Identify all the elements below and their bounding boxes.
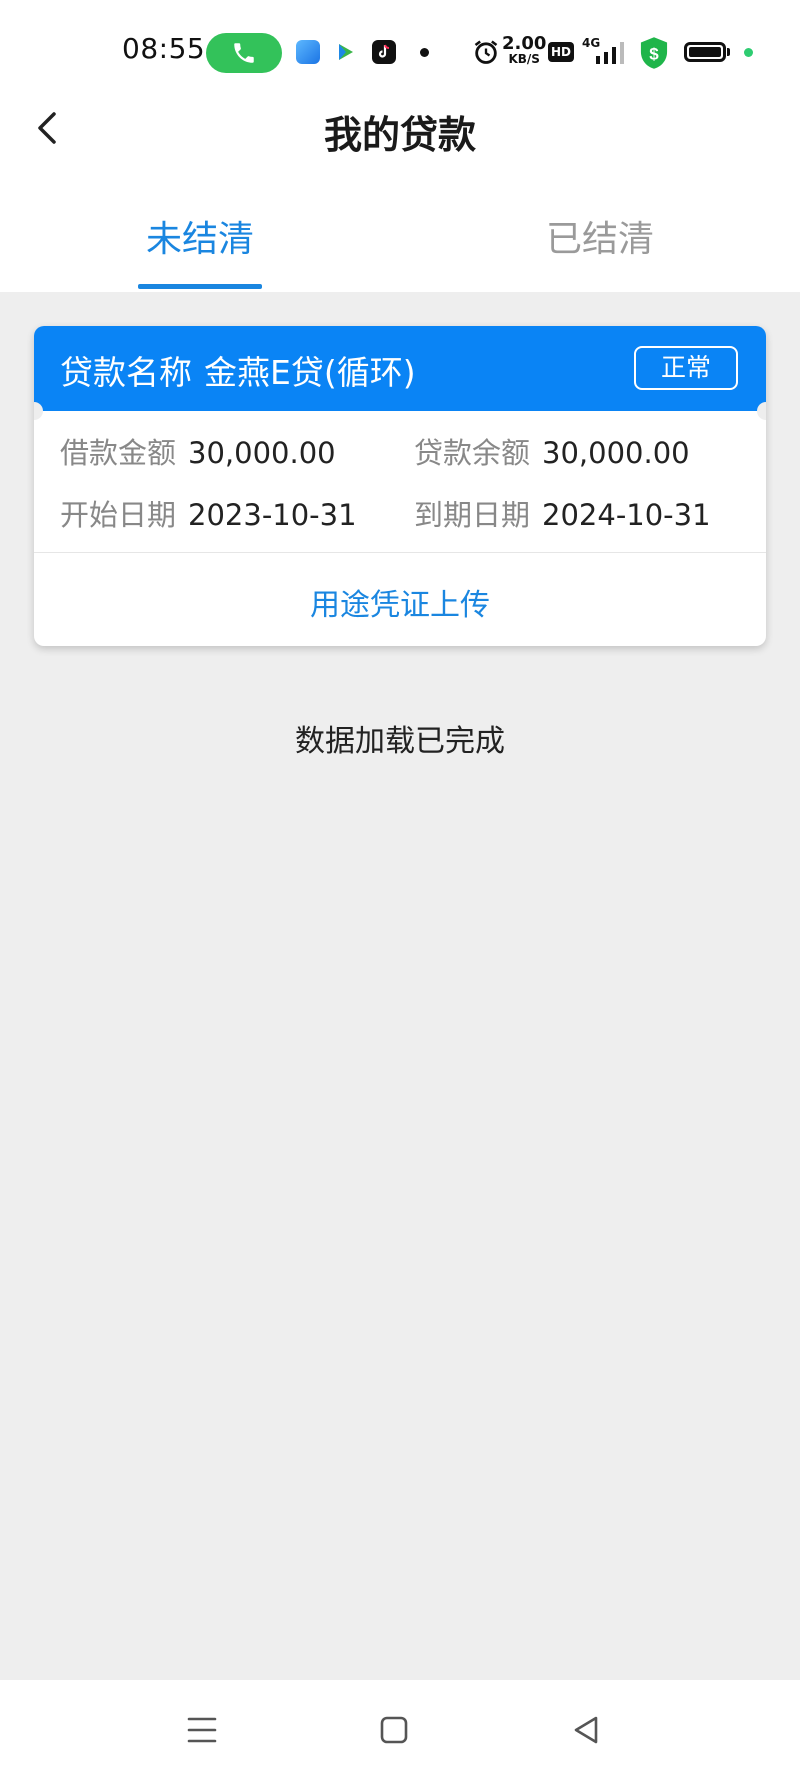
status-bar: 08:55 2.00 KB/S HD 4G $ <box>0 0 800 104</box>
battery-tip <box>727 48 730 56</box>
loan-name-value: 金燕E贷(循环) <box>204 353 416 392</box>
svg-text:$: $ <box>649 45 659 64</box>
loan-card-header: 贷款名称 金燕E贷(循环) 正常 <box>34 326 766 411</box>
field-value: 30,000.00 <box>542 436 690 470</box>
security-shield-icon: $ <box>640 37 668 69</box>
loan-status-badge[interactable]: 正常 <box>634 346 738 390</box>
home-button[interactable] <box>370 1706 418 1754</box>
home-square-icon <box>380 1716 408 1744</box>
alarm-icon <box>474 40 498 64</box>
tab-unsettled[interactable]: 未结清 <box>0 200 400 292</box>
back-triangle-icon <box>574 1716 598 1744</box>
load-status-text: 数据加载已完成 <box>295 724 505 759</box>
loan-name-label: 贷款名称 <box>60 353 192 392</box>
field-label: 开始日期 <box>60 498 177 532</box>
status-time: 08:55 <box>122 32 206 65</box>
privacy-indicator-dot <box>744 48 753 57</box>
card-notch-right <box>757 402 766 420</box>
hd-badge: HD <box>548 42 574 62</box>
loan-amount-field: 借款金额 30,000.00 <box>60 430 336 472</box>
menu-icon <box>187 1717 217 1743</box>
notification-dot <box>420 48 429 57</box>
tab-label: 已结清 <box>545 219 654 260</box>
field-label: 借款金额 <box>60 436 177 470</box>
ongoing-call-pill[interactable] <box>206 33 282 73</box>
app-icon-blue <box>296 40 320 64</box>
signal-icon <box>596 42 624 64</box>
app-header: 我的贷款 <box>0 96 800 160</box>
tab-label: 未结清 <box>145 219 254 260</box>
due-date-field: 到期日期 2024-10-31 <box>414 492 711 534</box>
field-label: 贷款余额 <box>414 436 531 470</box>
tiktok-icon <box>372 40 396 64</box>
page-title: 我的贷款 <box>323 113 476 157</box>
loan-tabs: 未结清 已结清 <box>0 200 800 292</box>
tab-settled[interactable]: 已结清 <box>400 200 800 292</box>
phone-icon <box>234 43 254 63</box>
network-speed: 2.00 KB/S <box>502 33 547 67</box>
start-date-field: 开始日期 2023-10-31 <box>60 492 357 534</box>
field-value: 2024-10-31 <box>542 498 711 532</box>
loan-balance-field: 贷款余额 30,000.00 <box>414 430 690 472</box>
battery-icon <box>684 42 726 62</box>
loan-name-row: 贷款名称 金燕E贷(循环) <box>60 346 416 394</box>
speed-unit: KB/S <box>508 52 540 66</box>
speed-value: 2.00 <box>502 33 547 54</box>
field-value: 30,000.00 <box>188 436 336 470</box>
card-divider <box>34 552 766 553</box>
field-label: 到期日期 <box>414 498 531 532</box>
active-tab-indicator <box>138 284 262 289</box>
loan-card: 贷款名称 金燕E贷(循环) 正常 借款金额 30,000.00 贷款余额 30,000… <box>34 326 766 646</box>
upload-usage-voucher-link[interactable]: 用途凭证上传 <box>34 580 766 624</box>
recent-apps-button[interactable] <box>178 1706 226 1754</box>
system-back-button[interactable] <box>562 1706 610 1754</box>
system-nav-bar <box>0 1680 800 1778</box>
app-icon-video <box>334 40 358 64</box>
field-value: 2023-10-31 <box>188 498 357 532</box>
